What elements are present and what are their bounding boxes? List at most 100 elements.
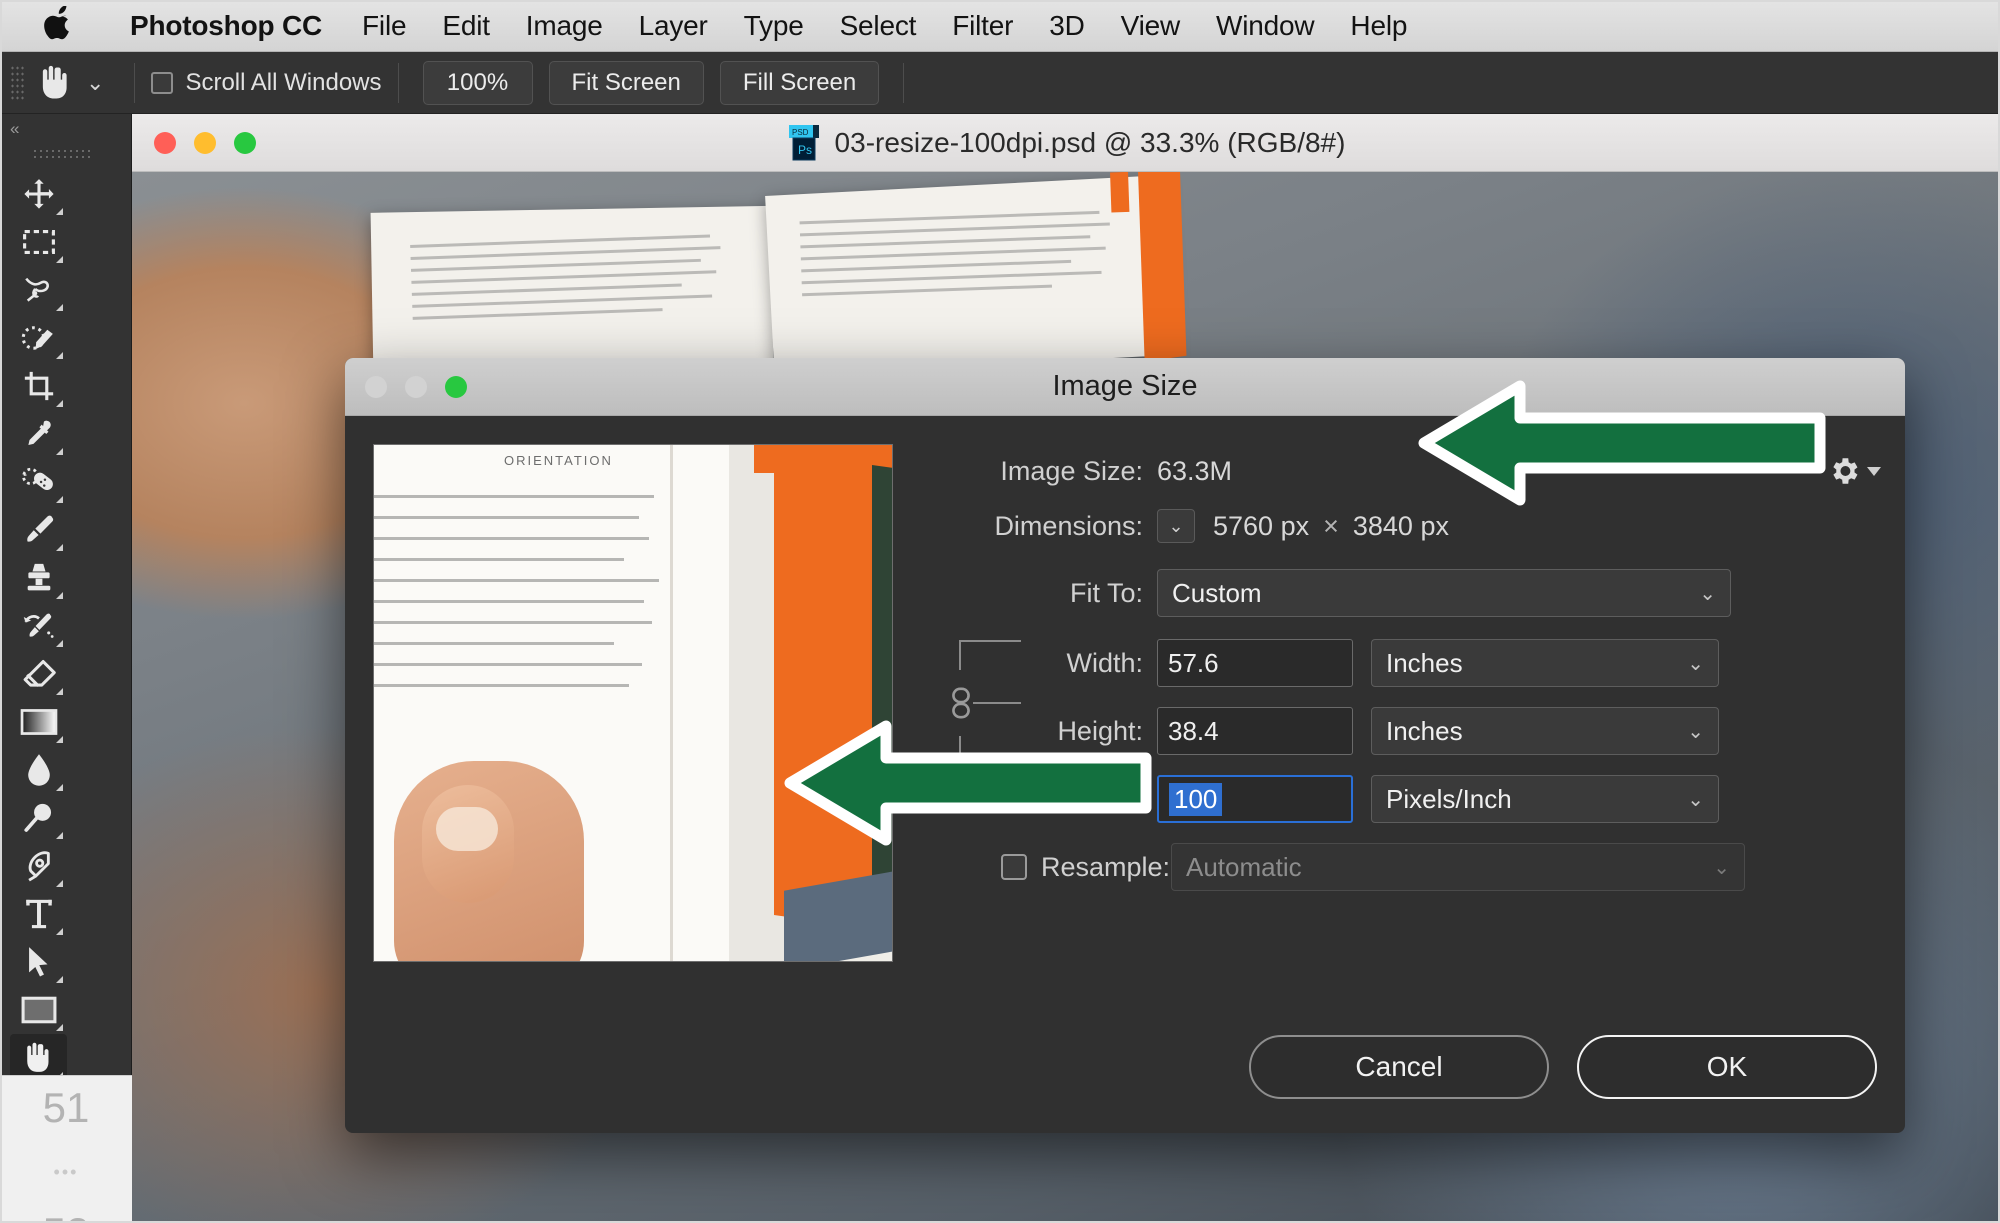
paintbrush-icon bbox=[26, 515, 53, 542]
cancel-button[interactable]: Cancel bbox=[1249, 1035, 1549, 1099]
options-separator-2 bbox=[397, 62, 399, 103]
pen-nib-icon bbox=[27, 851, 50, 882]
fit-to-select[interactable]: Custom ⌄ bbox=[1157, 569, 1731, 617]
macos-menu-bar: Photoshop CC File Edit Image Layer Type … bbox=[0, 0, 2000, 52]
svg-text:PSD: PSD bbox=[792, 128, 809, 137]
options-bar: ⌄ Scroll All Windows 100% Fit Screen Fil… bbox=[0, 52, 2000, 114]
document-close-button[interactable] bbox=[154, 131, 176, 154]
scroll-all-windows-checkbox-box[interactable] bbox=[151, 71, 174, 94]
rectangular-marquee-tool[interactable] bbox=[10, 218, 67, 266]
eraser-tool[interactable] bbox=[10, 650, 67, 698]
crop-tool[interactable] bbox=[10, 362, 67, 410]
brush-tool[interactable] bbox=[10, 506, 67, 554]
gradient-tool[interactable] bbox=[10, 698, 67, 746]
dialog-traffic-lights bbox=[365, 375, 467, 398]
tool-corner-marker bbox=[56, 400, 63, 407]
dialog-minimize-button bbox=[405, 375, 427, 398]
eyedropper-tool[interactable] bbox=[10, 410, 67, 458]
document-title-bar[interactable]: PSD Ps 03-resize-100dpi.psd @ 33.3% (RGB… bbox=[132, 114, 2000, 172]
menu-item-filter[interactable]: Filter bbox=[934, 0, 1031, 52]
menu-item-photoshop-cc[interactable]: Photoshop CC bbox=[112, 0, 344, 52]
hand-tool-icon[interactable] bbox=[30, 60, 82, 106]
tool-corner-marker bbox=[56, 1024, 63, 1031]
fill-screen-button[interactable]: Fill Screen bbox=[719, 60, 880, 105]
gear-icon bbox=[1833, 458, 1858, 484]
image-size-dialog-title: Image Size bbox=[1052, 370, 1198, 402]
clone-stamp-tool[interactable] bbox=[10, 554, 67, 602]
menu-item-window[interactable]: Window bbox=[1198, 0, 1332, 52]
gear-triangle-down-icon[interactable] bbox=[1867, 466, 1881, 476]
menu-item-layer[interactable]: Layer bbox=[621, 0, 726, 52]
width-unit-select[interactable]: Inches ⌄ bbox=[1371, 639, 1719, 687]
history-brush-tool[interactable] bbox=[10, 602, 67, 650]
tool-corner-marker bbox=[56, 880, 63, 887]
ok-button[interactable]: OK bbox=[1577, 1035, 1877, 1099]
arrow-cursor-icon bbox=[28, 947, 47, 977]
image-size-preview[interactable]: ORIENTATION bbox=[373, 444, 893, 962]
menu-item-help[interactable]: Help bbox=[1332, 0, 1425, 52]
menu-item-3d[interactable]: 3D bbox=[1031, 0, 1102, 52]
document-zoom-button[interactable] bbox=[234, 131, 256, 154]
fit-screen-button[interactable]: Fit Screen bbox=[548, 60, 704, 105]
scroll-all-windows-checkbox[interactable]: Scroll All Windows bbox=[151, 68, 382, 97]
options-separator-1 bbox=[134, 62, 136, 103]
tools-grid bbox=[0, 166, 131, 1130]
type-tool[interactable] bbox=[10, 890, 67, 938]
width-unit-value: Inches bbox=[1386, 647, 1463, 678]
resample-method-value: Automatic bbox=[1186, 851, 1302, 882]
rectangle-shape-tool[interactable] bbox=[10, 986, 67, 1034]
dialog-zoom-button[interactable] bbox=[445, 375, 467, 398]
resample-method-select[interactable]: Automatic ⌄ bbox=[1171, 843, 1745, 891]
menu-item-type[interactable]: Type bbox=[726, 0, 822, 52]
page-number-top: 51 bbox=[42, 1084, 90, 1131]
image-size-label: Image Size: bbox=[1000, 456, 1143, 486]
preview-orientation-label: ORIENTATION bbox=[504, 453, 613, 468]
document-minimize-button[interactable] bbox=[194, 131, 216, 154]
move-tool[interactable] bbox=[10, 170, 67, 218]
quick-select-icon bbox=[21, 326, 53, 350]
dodge-tool[interactable] bbox=[10, 794, 67, 842]
resample-chevron-down-icon: ⌄ bbox=[1713, 856, 1730, 879]
quick-selection-tool[interactable] bbox=[10, 314, 67, 362]
scroll-all-windows-label: Scroll All Windows bbox=[185, 68, 382, 96]
dimensions-chevron-down-icon[interactable]: ⌄ bbox=[1157, 509, 1195, 543]
zoom-100-percent-button[interactable]: 100% bbox=[422, 60, 533, 105]
dimensions-row: Dimensions: ⌄ 5760 px × 3840 px bbox=[925, 509, 1875, 543]
menu-item-view[interactable]: View bbox=[1103, 0, 1198, 52]
blur-tool[interactable] bbox=[10, 746, 67, 794]
options-bar-grip[interactable] bbox=[10, 64, 24, 101]
pen-tool[interactable] bbox=[10, 842, 67, 890]
resample-checkbox[interactable] bbox=[1001, 854, 1027, 880]
tool-corner-marker bbox=[56, 208, 63, 215]
tool-preset-chevron-down-icon[interactable]: ⌄ bbox=[86, 70, 104, 96]
resolution-unit-value: Pixels/Inch bbox=[1386, 783, 1512, 814]
tool-corner-marker bbox=[56, 928, 63, 935]
lasso-tool[interactable] bbox=[10, 266, 67, 314]
height-value: 38.4 bbox=[1168, 715, 1219, 746]
healing-bandage-icon bbox=[21, 467, 53, 491]
tool-corner-marker bbox=[56, 352, 63, 359]
apple-logo-icon[interactable] bbox=[44, 5, 78, 46]
spot-healing-brush-tool[interactable] bbox=[10, 458, 67, 506]
resolution-unit-select[interactable]: Pixels/Inch ⌄ bbox=[1371, 775, 1719, 823]
arrow-pointing-to-resolution bbox=[784, 720, 1152, 846]
move-icon bbox=[23, 179, 54, 209]
width-input[interactable]: 57.6 bbox=[1157, 639, 1353, 687]
dialog-close-button bbox=[365, 375, 387, 398]
marquee-icon bbox=[22, 229, 55, 255]
image-size-gear-menu[interactable] bbox=[1827, 454, 1881, 488]
menu-item-edit[interactable]: Edit bbox=[424, 0, 507, 52]
menu-item-select[interactable]: Select bbox=[822, 0, 935, 52]
menu-item-file[interactable]: File bbox=[344, 0, 424, 52]
menu-item-image[interactable]: Image bbox=[508, 0, 621, 52]
arrow-pointing-to-image-size bbox=[1418, 380, 1826, 506]
tools-panel-collapse[interactable]: « bbox=[0, 114, 131, 144]
waterdrop-icon bbox=[27, 754, 50, 786]
path-selection-tool[interactable] bbox=[10, 938, 67, 986]
resolution-input[interactable]: 100 bbox=[1157, 775, 1353, 823]
tools-panel-grip[interactable] bbox=[32, 148, 92, 158]
height-input[interactable]: 38.4 bbox=[1157, 707, 1353, 755]
height-unit-select[interactable]: Inches ⌄ bbox=[1371, 707, 1719, 755]
tool-corner-marker bbox=[56, 448, 63, 455]
dimensions-label: Dimensions: bbox=[994, 510, 1143, 541]
